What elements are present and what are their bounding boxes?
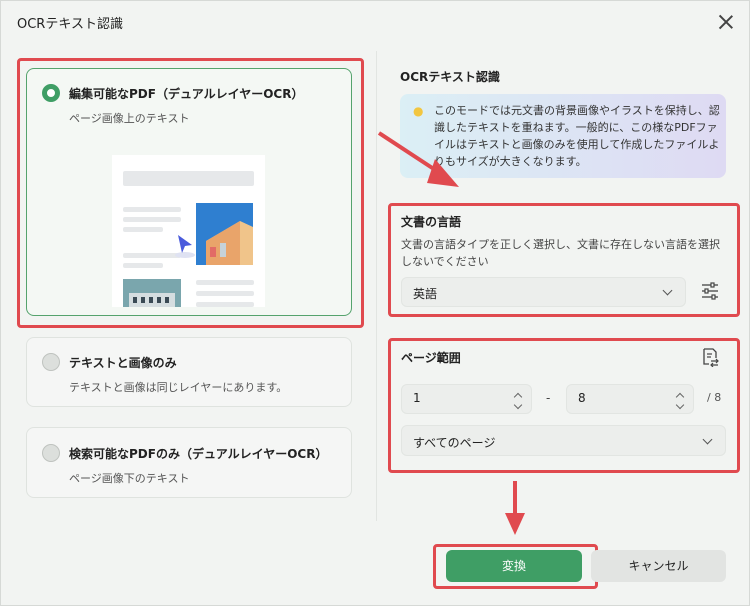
dialog-title: OCRテキスト認識 xyxy=(17,17,123,32)
cancel-button[interactable]: キャンセル xyxy=(591,550,726,582)
language-value: 英語 xyxy=(413,287,438,301)
page-scope-select[interactable]: すべてのページ xyxy=(401,425,726,456)
page-swap-icon[interactable] xyxy=(701,347,719,367)
annotation-arrow-convert xyxy=(505,481,525,535)
decrement-icon[interactable] xyxy=(513,400,523,410)
page-to-input[interactable]: 8 xyxy=(566,384,694,414)
chevron-down-icon xyxy=(702,434,713,445)
radio-text-image-only[interactable] xyxy=(42,353,60,371)
page-scope-value: すべてのページ xyxy=(413,436,496,450)
info-text: このモードでは元文書の背景画像やイラストを保持し、認識したテキストを重ねます。一… xyxy=(434,104,720,168)
settings-sliders-icon[interactable] xyxy=(701,282,719,300)
language-title: 文書の言語 xyxy=(401,215,462,229)
page-total: / 8 xyxy=(707,391,722,404)
highlight-option-editable xyxy=(17,58,364,328)
divider xyxy=(376,51,377,521)
convert-button[interactable]: 変換 xyxy=(446,550,582,582)
option-title: 検索可能なPDFのみ（デュアルレイヤーOCR） xyxy=(69,447,328,461)
annotation-arrow-language xyxy=(377,131,459,187)
page-from-input[interactable]: 1 xyxy=(401,384,532,414)
decrement-icon[interactable] xyxy=(675,400,685,410)
language-select[interactable]: 英語 xyxy=(401,277,686,307)
page-range-title: ページ範囲 xyxy=(401,351,461,365)
page-to-value: 8 xyxy=(578,391,586,405)
chevron-down-icon xyxy=(662,285,673,296)
ocr-dialog: OCRテキスト認識 編集可能なPDF（デュアルレイヤーOCR） ページ画像上のテ… xyxy=(0,0,750,606)
radio-searchable-pdf[interactable] xyxy=(42,444,60,462)
option-searchable-pdf[interactable]: 検索可能なPDFのみ（デュアルレイヤーOCR） ページ画像下のテキスト xyxy=(26,427,352,498)
lightbulb-icon: ● xyxy=(413,104,424,118)
option-title: テキストと画像のみ xyxy=(69,356,177,370)
close-icon[interactable] xyxy=(715,11,737,33)
ocr-section-title: OCRテキスト認識 xyxy=(400,70,500,84)
title-bar: OCRテキスト認識 xyxy=(1,1,750,43)
language-description: 文書の言語タイプを正しく選択し、文書に存在しない言語を選択しないでください xyxy=(401,238,720,268)
range-separator: - xyxy=(546,391,551,405)
option-text-image-only[interactable]: テキストと画像のみ テキストと画像は同じレイヤーにあります。 xyxy=(26,337,352,407)
option-subtitle: テキストと画像は同じレイヤーにあります。 xyxy=(69,381,288,394)
page-from-value: 1 xyxy=(413,391,421,405)
option-subtitle: ページ画像下のテキスト xyxy=(69,472,190,485)
